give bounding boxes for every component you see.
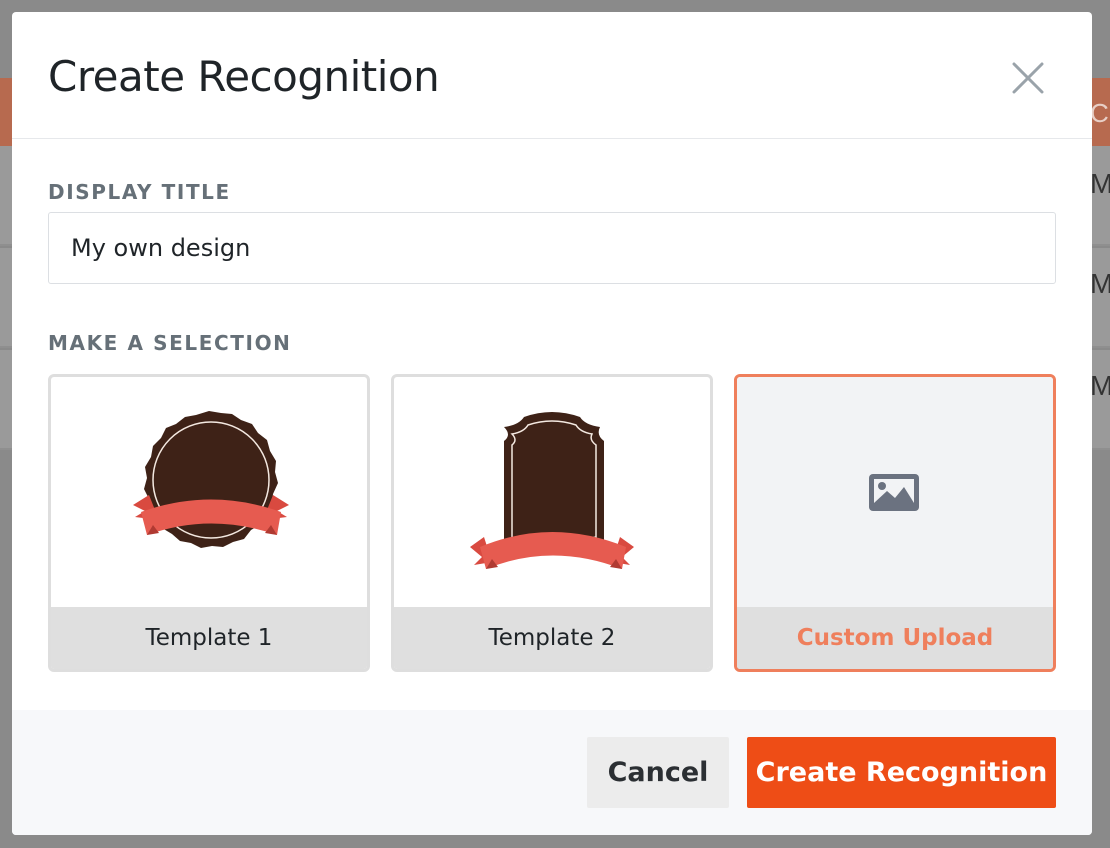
template-2-preview: [394, 377, 710, 607]
cancel-button[interactable]: Cancel: [587, 737, 729, 808]
template-options: Template 1 Template 2 Custom Upload: [48, 374, 1056, 672]
template-1-label: Template 1: [51, 607, 367, 669]
modal-header: Create Recognition: [12, 12, 1092, 139]
template-1-preview: [51, 377, 367, 607]
seal-badge-icon: [133, 411, 289, 548]
background-row-text: M: [1090, 168, 1110, 199]
display-title-input[interactable]: [48, 212, 1056, 284]
close-button[interactable]: [1008, 58, 1048, 98]
background-row-text: M: [1090, 268, 1110, 299]
background-row-text: M: [1090, 370, 1110, 401]
display-title-label: DISPLAY TITLE: [48, 180, 231, 204]
background-header-text: Cr: [1090, 98, 1110, 128]
modal-footer: Cancel Create Recognition: [12, 710, 1092, 835]
shield-badge-icon: [470, 412, 634, 569]
custom-upload-label: Custom Upload: [737, 607, 1053, 669]
template-2-card[interactable]: Template 2: [391, 374, 713, 672]
close-icon: [1012, 62, 1044, 94]
create-recognition-modal: Create Recognition DISPLAY TITLE MAKE A …: [12, 12, 1092, 835]
make-selection-label: MAKE A SELECTION: [48, 331, 292, 355]
image-icon: [869, 474, 919, 511]
template-2-label: Template 2: [394, 607, 710, 669]
custom-upload-card[interactable]: Custom Upload: [734, 374, 1056, 672]
create-recognition-button[interactable]: Create Recognition: [747, 737, 1056, 808]
template-1-card[interactable]: Template 1: [48, 374, 370, 672]
custom-upload-preview: [737, 377, 1053, 607]
modal-title: Create Recognition: [48, 52, 440, 101]
